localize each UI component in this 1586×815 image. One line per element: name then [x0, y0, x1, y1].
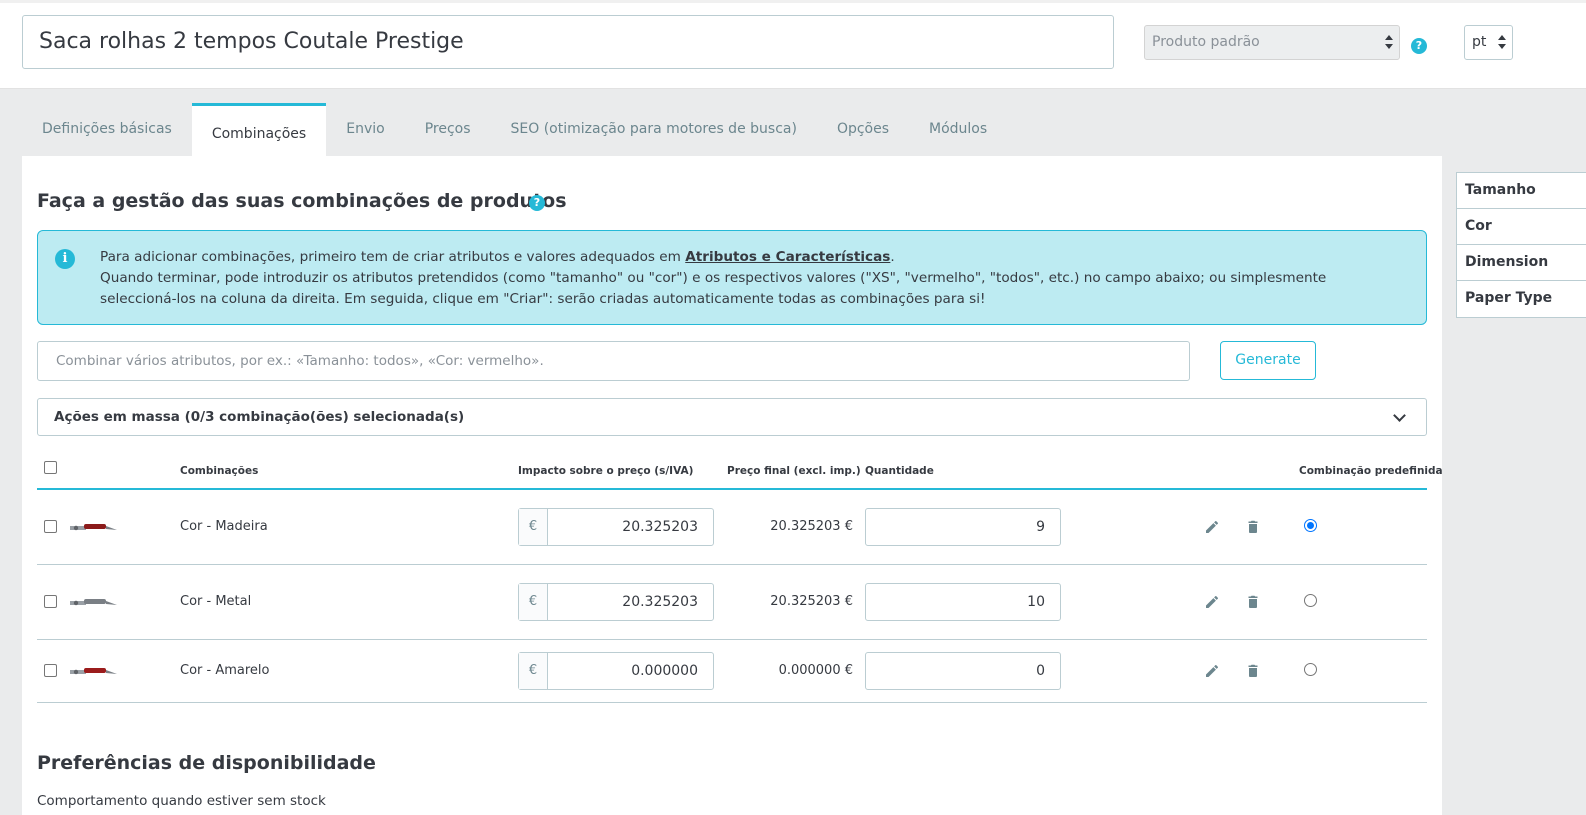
product-header: Saca rolhas 2 tempos Coutale Prestige Pr…: [0, 0, 1586, 89]
price-impact-value[interactable]: 0.000000: [548, 653, 713, 689]
language-value: pt: [1472, 34, 1487, 50]
price-impact-field[interactable]: € 20.325203: [518, 508, 714, 546]
out-of-stock-behavior-label: Comportamento quando estiver sem stock: [37, 793, 326, 809]
combine-attributes-input[interactable]: Combinar vários atributos, por ex.: «Tam…: [37, 341, 1190, 381]
row-checkbox[interactable]: [44, 595, 57, 608]
currency-addon: €: [519, 653, 548, 689]
table-row: Cor - Madeira € 20.325203 20.325203 € 9: [37, 490, 1427, 565]
row-checkbox[interactable]: [44, 664, 57, 677]
edit-icon[interactable]: [1204, 663, 1220, 679]
attribute-group-color[interactable]: Cor: [1457, 209, 1586, 245]
final-price: 20.325203 €: [770, 519, 853, 534]
quantity-field[interactable]: 10: [865, 583, 1061, 621]
attributes-link[interactable]: Atributos e Características: [685, 249, 890, 265]
tab-modules[interactable]: Módulos: [909, 103, 1007, 156]
availability-title: Preferências de disponibilidade: [37, 752, 376, 774]
generate-button[interactable]: Generate: [1220, 341, 1316, 380]
table-row: Cor - Metal € 20.325203 20.325203 € 10: [37, 565, 1427, 640]
help-icon[interactable]: ?: [1411, 38, 1427, 54]
product-name-input[interactable]: Saca rolhas 2 tempos Coutale Prestige: [22, 15, 1114, 69]
tab-combinations[interactable]: Combinações: [191, 103, 327, 156]
col-default: Combinação predefinida: [1299, 465, 1443, 477]
info-line1: Para adicionar combinações, primeiro tem…: [100, 249, 686, 265]
bulk-actions-toggle[interactable]: Ações em massa (0/3 combinação(ões) sele…: [37, 398, 1427, 436]
delete-icon[interactable]: [1245, 594, 1261, 610]
price-impact-field[interactable]: € 0.000000: [518, 652, 714, 690]
tab-options[interactable]: Opções: [817, 103, 909, 156]
chevron-down-icon: [1393, 409, 1406, 422]
product-thumbnail: [70, 599, 117, 606]
edit-icon[interactable]: [1204, 594, 1220, 610]
final-price: 20.325203 €: [770, 594, 853, 609]
combinations-title: Faça a gestão das suas combinações de pr…: [37, 190, 567, 212]
default-combination-radio[interactable]: [1304, 594, 1317, 607]
price-impact-field[interactable]: € 20.325203: [518, 583, 714, 621]
combinations-table-header: Combinações Impacto sobre o preço (s/IVA…: [37, 452, 1443, 490]
select-arrows-icon: [1498, 35, 1506, 49]
col-quantity: Quantidade: [865, 465, 934, 477]
combination-name: Cor - Metal: [180, 594, 252, 609]
tab-seo[interactable]: SEO (otimização para motores de busca): [491, 103, 817, 156]
col-final-price: Preço final (excl. imp.): [727, 465, 861, 477]
info-text: Para adicionar combinações, primeiro tem…: [100, 247, 1400, 310]
col-combination: Combinações: [180, 465, 259, 477]
combination-name: Cor - Amarelo: [180, 663, 270, 678]
product-thumbnail: [70, 668, 117, 675]
delete-icon[interactable]: [1245, 663, 1261, 679]
info-line2: Quando terminar, pode introduzir os atri…: [100, 270, 1327, 307]
final-price: 0.000000 €: [778, 663, 853, 678]
price-impact-value[interactable]: 20.325203: [548, 509, 713, 545]
delete-icon[interactable]: [1245, 519, 1261, 535]
bulk-actions-label: Ações em massa (0/3 combinação(ões) sele…: [54, 409, 465, 425]
quantity-field[interactable]: 9: [865, 508, 1061, 546]
product-type-value: Produto padrão: [1152, 34, 1260, 50]
product-thumbnail: [70, 524, 117, 531]
attribute-group-paper-type[interactable]: Paper Type: [1457, 281, 1586, 317]
product-type-select[interactable]: Produto padrão: [1144, 25, 1400, 60]
tab-basic-settings[interactable]: Definições básicas: [22, 103, 192, 156]
language-select[interactable]: pt: [1464, 25, 1513, 60]
product-tabs: Definições básicas Combinações Envio Pre…: [22, 103, 1007, 156]
col-price-impact: Impacto sobre o preço (s/IVA): [518, 465, 694, 477]
combinations-panel: Faça a gestão das suas combinações de pr…: [22, 156, 1443, 815]
table-row: Cor - Amarelo € 0.000000 0.000000 € 0: [37, 640, 1427, 703]
combination-name: Cor - Madeira: [180, 519, 268, 534]
help-icon[interactable]: ?: [529, 195, 545, 211]
attributes-list: Tamanho Cor Dimension Paper Type: [1456, 172, 1586, 318]
info-icon: i: [55, 249, 75, 269]
select-all-checkbox[interactable]: [44, 461, 57, 474]
tab-shipping[interactable]: Envio: [326, 103, 404, 156]
tab-pricing[interactable]: Preços: [405, 103, 491, 156]
currency-addon: €: [519, 584, 548, 620]
select-arrows-icon: [1385, 35, 1393, 49]
info-line1-suffix: .: [890, 249, 895, 265]
default-combination-radio[interactable]: [1304, 519, 1317, 532]
combinations-title-text: Faça a gestão das suas combinações de pr…: [37, 190, 567, 212]
attribute-group-dimension[interactable]: Dimension: [1457, 245, 1586, 281]
default-combination-radio[interactable]: [1304, 663, 1317, 676]
edit-icon[interactable]: [1204, 519, 1220, 535]
currency-addon: €: [519, 509, 548, 545]
attribute-group-size[interactable]: Tamanho: [1457, 173, 1586, 209]
price-impact-value[interactable]: 20.325203: [548, 584, 713, 620]
info-alert: i Para adicionar combinações, primeiro t…: [37, 230, 1427, 325]
quantity-field[interactable]: 0: [865, 652, 1061, 690]
row-checkbox[interactable]: [44, 520, 57, 533]
